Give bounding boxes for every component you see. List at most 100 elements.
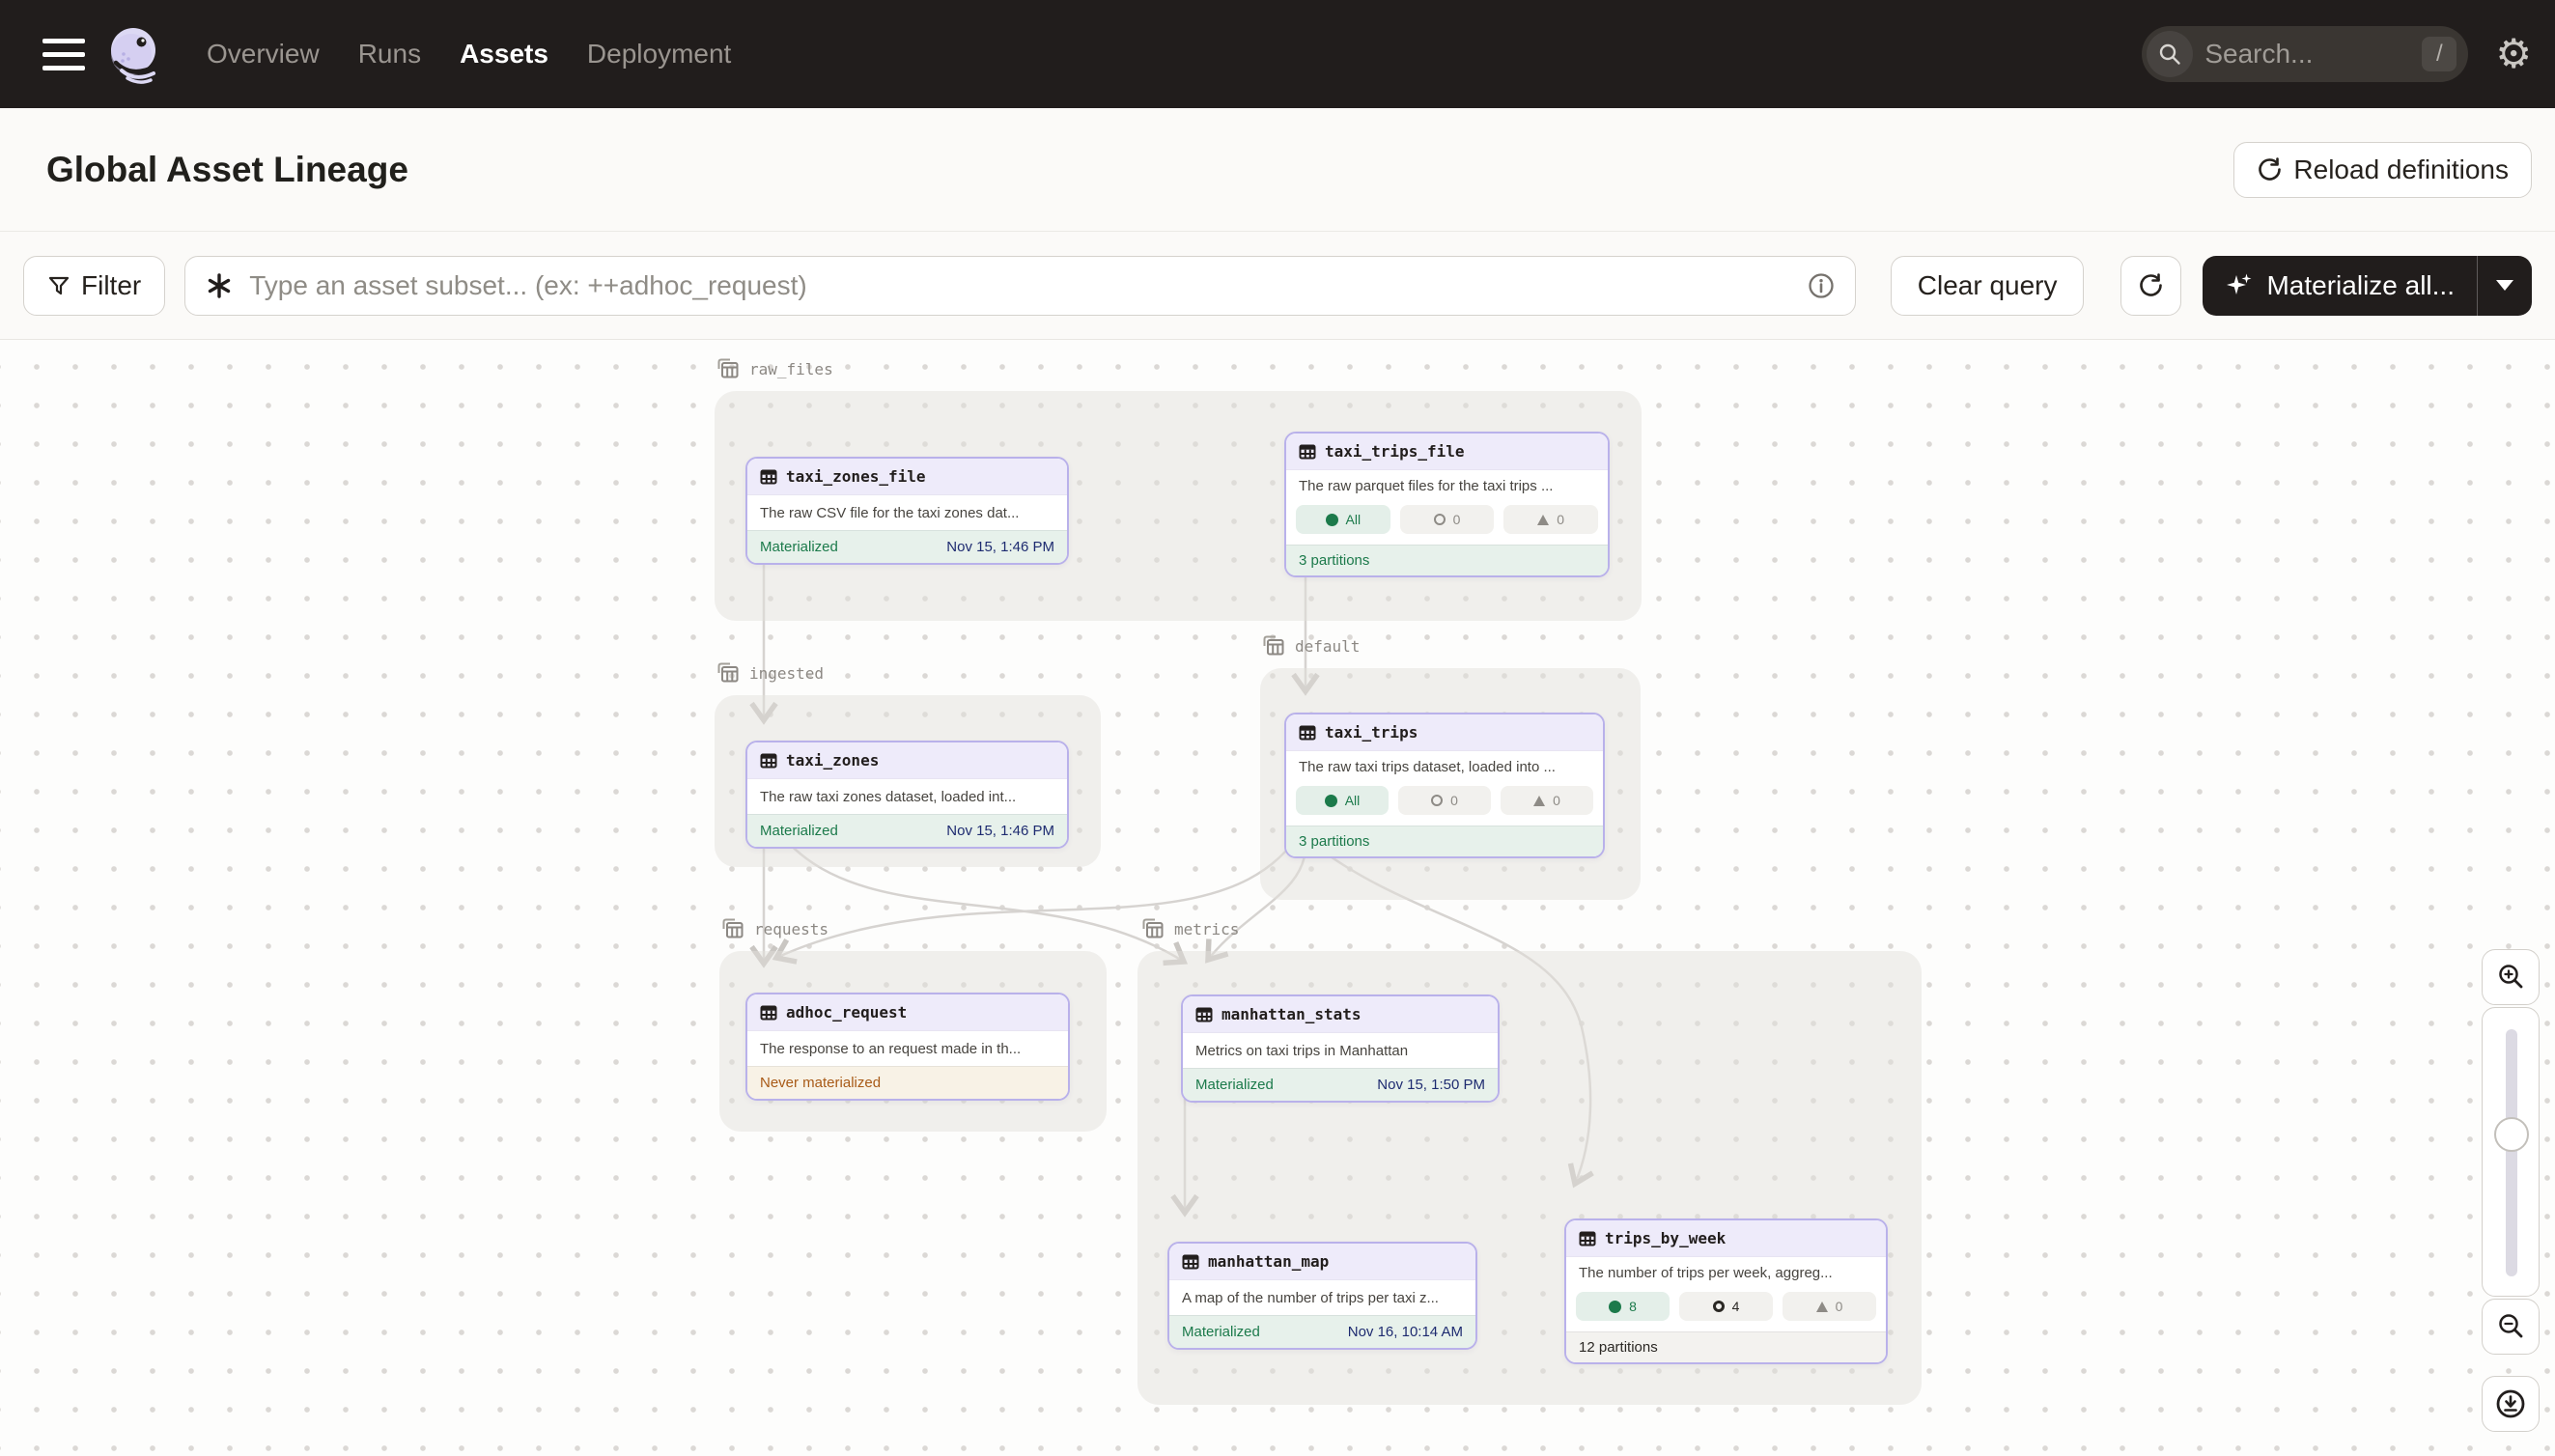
circle-filled-icon <box>1326 514 1338 526</box>
asset-description: The raw taxi trips dataset, loaded into … <box>1286 750 1603 783</box>
table-icon <box>1182 1253 1199 1271</box>
zoom-slider-thumb[interactable] <box>2494 1117 2529 1152</box>
partitions-count: 3 partitions <box>1299 833 1369 850</box>
status-timestamp[interactable]: Nov 15, 1:46 PM <box>946 823 1054 839</box>
info-icon[interactable] <box>1807 271 1836 300</box>
partitions-failed-pill[interactable]: 0 <box>1503 505 1598 534</box>
asset-description: The response to an request made in th... <box>747 1030 1068 1066</box>
table-icon <box>1579 1230 1596 1247</box>
nav-item-overview[interactable]: Overview <box>207 39 320 70</box>
status-label: Materialized <box>1195 1077 1274 1093</box>
filter-button[interactable]: Filter <box>23 256 165 316</box>
lineage-canvas[interactable]: raw_files ingested default <box>0 340 2555 1456</box>
asset-description: The raw taxi zones dataset, loaded int..… <box>747 778 1067 814</box>
asset-node-manhattan_stats[interactable]: manhattan_stats Metrics on taxi trips in… <box>1181 994 1500 1103</box>
asset-node-taxi_zones_file[interactable]: taxi_zones_file The raw CSV file for the… <box>745 457 1069 565</box>
top-nav: Overview Runs Assets Deployment / ⚙ <box>0 0 2555 108</box>
asset-node-taxi_zones[interactable]: taxi_zones The raw taxi zones dataset, l… <box>745 741 1069 849</box>
refresh-icon <box>2257 156 2283 182</box>
asset-node-taxi_trips[interactable]: taxi_trips The raw taxi trips dataset, l… <box>1284 713 1605 858</box>
download-circle-icon <box>2494 1387 2527 1420</box>
asset-status-bar: 3 partitions <box>1286 545 1608 575</box>
clear-query-button[interactable]: Clear query <box>1891 256 2085 316</box>
asset-node-manhattan_map[interactable]: manhattan_map A map of the number of tri… <box>1167 1242 1477 1350</box>
asset-description: Metrics on taxi trips in Manhattan <box>1183 1032 1498 1068</box>
group-label-raw_files[interactable]: raw_files <box>716 356 833 381</box>
table-stack-icon <box>1140 916 1165 941</box>
table-icon <box>760 1004 777 1022</box>
asset-query-box[interactable] <box>184 256 1856 316</box>
sparkle-icon <box>2225 271 2254 300</box>
nav-links: Overview Runs Assets Deployment <box>207 39 731 70</box>
asset-status-bar: 12 partitions <box>1566 1331 1886 1362</box>
nav-item-assets[interactable]: Assets <box>460 39 548 70</box>
partitions-success-pill[interactable]: All <box>1296 505 1390 534</box>
triangle-up-icon <box>1816 1302 1828 1312</box>
menu-icon[interactable] <box>37 27 91 81</box>
zoom-in-button[interactable] <box>2482 949 2540 1005</box>
table-stack-icon <box>720 916 745 941</box>
asset-description: The number of trips per week, aggreg... <box>1566 1256 1886 1289</box>
nav-item-runs[interactable]: Runs <box>358 39 421 70</box>
global-search[interactable]: / <box>2142 26 2468 82</box>
partitions-missing-pill[interactable]: 0 <box>1400 505 1495 534</box>
partitions-failed-pill[interactable]: 0 <box>1501 786 1593 815</box>
circle-outline-icon <box>1431 795 1443 806</box>
search-shortcut-badge: / <box>2422 37 2457 71</box>
download-image-button[interactable] <box>2482 1376 2540 1432</box>
table-stack-icon <box>716 356 741 381</box>
asset-node-adhoc_request[interactable]: adhoc_request The response to an request… <box>745 993 1070 1101</box>
table-icon <box>1299 724 1316 742</box>
circle-filled-icon <box>1325 795 1337 807</box>
asset-status-bar: Materialized Nov 15, 1:50 PM <box>1183 1068 1498 1101</box>
partitions-failed-pill[interactable]: 0 <box>1783 1292 1876 1321</box>
refresh-button[interactable] <box>2120 256 2181 316</box>
caret-down-icon <box>2496 280 2513 291</box>
asset-query-input[interactable] <box>247 269 1793 302</box>
asset-status-bar: Never materialized <box>747 1066 1068 1099</box>
reload-definitions-button[interactable]: Reload definitions <box>2233 142 2532 198</box>
status-timestamp[interactable]: Nov 15, 1:46 PM <box>946 539 1054 555</box>
partitions-count: 3 partitions <box>1299 552 1369 569</box>
asset-node-trips_by_week[interactable]: trips_by_week The number of trips per we… <box>1564 1218 1888 1364</box>
status-timestamp[interactable]: Nov 16, 10:14 AM <box>1348 1324 1463 1340</box>
status-timestamp[interactable]: Nov 15, 1:50 PM <box>1377 1077 1485 1093</box>
page-header: Global Asset Lineage Reload definitions <box>0 108 2555 232</box>
asset-description: A map of the number of trips per taxi z.… <box>1169 1279 1475 1315</box>
nav-item-deployment[interactable]: Deployment <box>587 39 731 70</box>
table-stack-icon <box>716 660 741 686</box>
gear-icon[interactable]: ⚙ <box>2495 34 2532 74</box>
status-label: Never materialized <box>760 1075 881 1091</box>
zoom-slider-track[interactable] <box>2506 1029 2517 1276</box>
group-label-ingested[interactable]: ingested <box>716 660 824 686</box>
search-icon <box>2147 31 2193 77</box>
partition-health-pills: 8 4 0 <box>1566 1289 1886 1331</box>
table-icon <box>1195 1006 1213 1023</box>
partitions-success-pill[interactable]: 8 <box>1576 1292 1670 1321</box>
magnifier-minus-icon <box>2495 1311 2526 1342</box>
partitions-success-pill[interactable]: All <box>1296 786 1389 815</box>
zoom-controls <box>2482 949 2540 1432</box>
table-icon <box>1299 443 1316 461</box>
group-label-requests[interactable]: requests <box>720 916 828 941</box>
materialize-all-button[interactable]: Materialize all... <box>2203 256 2477 316</box>
group-label-metrics[interactable]: metrics <box>1140 916 1239 941</box>
zoom-slider[interactable] <box>2482 1007 2540 1297</box>
lineage-toolbar: Filter <box>0 232 2555 340</box>
zoom-out-button[interactable] <box>2482 1299 2540 1355</box>
asset-status-bar: 3 partitions <box>1286 826 1603 856</box>
table-stack-icon <box>1261 633 1286 658</box>
triangle-up-icon <box>1537 515 1549 525</box>
partitions-missing-pill[interactable]: 0 <box>1398 786 1491 815</box>
asset-node-taxi_trips_file[interactable]: taxi_trips_file The raw parquet files fo… <box>1284 432 1610 577</box>
partitions-missing-pill[interactable]: 4 <box>1679 1292 1773 1321</box>
dagster-logo-icon[interactable] <box>102 22 166 86</box>
triangle-up-icon <box>1533 796 1545 806</box>
group-label-default[interactable]: default <box>1261 633 1360 658</box>
materialize-options-button[interactable] <box>2478 256 2532 316</box>
status-label: Materialized <box>760 823 838 839</box>
circle-outline-icon <box>1434 514 1446 525</box>
partitions-count: 12 partitions <box>1579 1339 1658 1356</box>
asset-selector-icon <box>205 271 234 300</box>
search-input[interactable] <box>2203 38 2412 70</box>
